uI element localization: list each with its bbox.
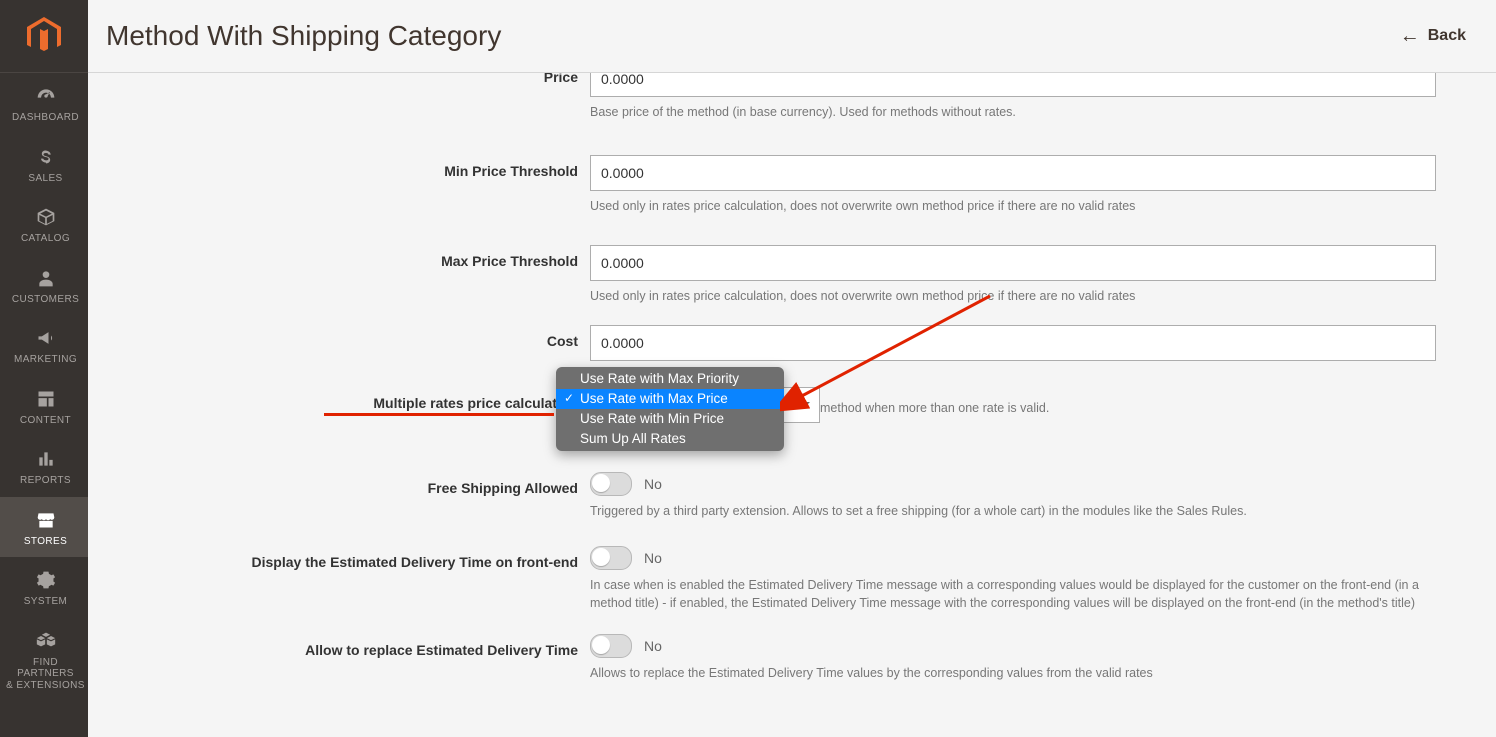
price-input[interactable]	[590, 73, 1436, 97]
nav-item-label: SYSTEM	[24, 596, 68, 608]
nav-item-label: CONTENT	[20, 415, 71, 427]
back-button[interactable]: ← Back	[1394, 24, 1472, 49]
nav-item-label: REPORTS	[20, 475, 71, 487]
bars-icon	[36, 448, 56, 470]
field-row-price: Price Base price of the method (in base …	[108, 73, 1436, 121]
replace-edt-toggle[interactable]	[590, 634, 632, 658]
annotation-underline	[324, 413, 554, 416]
field-row-cost: Cost	[108, 325, 1436, 361]
field-row-display-edt: Display the Estimated Delivery Time on f…	[108, 546, 1436, 612]
field-label: Price	[108, 73, 590, 85]
field-row-replace-edt: Allow to replace Estimated Delivery Time…	[108, 634, 1436, 682]
main-panel: Method With Shipping Category ← Back Pri…	[88, 0, 1496, 737]
nav-item-stores[interactable]: STORES	[0, 497, 88, 558]
nav-item-customers[interactable]: CUSTOMERS	[0, 255, 88, 316]
layout-icon	[36, 388, 56, 410]
field-label: Min Price Threshold	[108, 155, 590, 179]
nav-item-catalog[interactable]: CATALOG	[0, 194, 88, 255]
form-content: Price Base price of the method (in base …	[88, 73, 1496, 737]
page-title: Method With Shipping Category	[106, 20, 501, 52]
magento-logo-icon	[27, 17, 61, 55]
field-row-min-threshold: Min Price Threshold Used only in rates p…	[108, 155, 1436, 215]
storefront-icon	[36, 509, 56, 531]
field-label: Cost	[108, 325, 590, 349]
min-threshold-input[interactable]	[590, 155, 1436, 191]
nav-item-dashboard[interactable]: DASHBOARD	[0, 73, 88, 134]
field-label: Max Price Threshold	[108, 245, 590, 269]
dollar-icon	[36, 146, 56, 168]
multi-rates-dropdown-popup[interactable]: Use Rate with Max PriorityUse Rate with …	[556, 367, 784, 451]
field-label: Display the Estimated Delivery Time on f…	[108, 546, 590, 570]
field-help: Allows to replace the Estimated Delivery…	[590, 664, 1436, 682]
admin-sidebar: DASHBOARD SALES CATALOG CUSTOMERS MARKETING C…	[0, 0, 88, 737]
nav-item-content[interactable]: CONTENT	[0, 376, 88, 437]
cubes-icon	[36, 630, 56, 652]
nav-item-label: DASHBOARD	[12, 112, 79, 124]
nav-item-sales[interactable]: SALES	[0, 134, 88, 195]
nav-item-label: CATALOG	[21, 233, 70, 245]
gauge-icon	[36, 85, 56, 107]
dropdown-option[interactable]: Sum Up All Rates	[556, 429, 784, 449]
nav-item-label: SALES	[28, 173, 62, 185]
person-icon	[36, 267, 56, 289]
display-edt-toggle[interactable]	[590, 546, 632, 570]
nav-item-label: CUSTOMERS	[12, 294, 79, 306]
nav-item-find[interactable]: FIND PARTNERS & EXTENSIONS	[0, 618, 88, 702]
nav-item-marketing[interactable]: MARKETING	[0, 315, 88, 376]
max-threshold-input[interactable]	[590, 245, 1436, 281]
field-help: In case when is enabled the Estimated De…	[590, 576, 1436, 612]
toggle-state-label: No	[644, 550, 662, 566]
page-header: Method With Shipping Category ← Back	[88, 0, 1496, 73]
dropdown-option[interactable]: Use Rate with Max Priority	[556, 369, 784, 389]
dropdown-option[interactable]: Use Rate with Min Price	[556, 409, 784, 429]
arrow-left-icon: ←	[1400, 25, 1420, 48]
field-help: Used only in rates price calculation, do…	[590, 287, 1436, 305]
gear-icon	[36, 569, 56, 591]
back-button-label: Back	[1428, 27, 1466, 45]
megaphone-icon	[36, 327, 56, 349]
field-label: Allow to replace Estimated Delivery Time	[108, 634, 590, 658]
nav-item-reports[interactable]: REPORTS	[0, 436, 88, 497]
field-row-max-threshold: Max Price Threshold Used only in rates p…	[108, 245, 1436, 305]
cost-input[interactable]	[590, 325, 1436, 361]
dropdown-option[interactable]: Use Rate with Max Price	[556, 389, 784, 409]
field-label: Multiple rates price calculation *	[108, 387, 590, 411]
free-shipping-toggle[interactable]	[590, 472, 632, 496]
magento-logo[interactable]	[0, 0, 88, 73]
toggle-state-label: No	[644, 476, 662, 492]
field-help: Triggered by a third party extension. Al…	[590, 502, 1436, 520]
box-icon	[36, 206, 56, 228]
field-label: Free Shipping Allowed	[108, 472, 590, 496]
field-help: Base price of the method (in base curren…	[590, 103, 1436, 121]
nav-item-system[interactable]: SYSTEM	[0, 557, 88, 618]
field-help: Used only in rates price calculation, do…	[590, 197, 1436, 215]
nav-item-label: FIND PARTNERS & EXTENSIONS	[5, 657, 86, 692]
nav-item-label: STORES	[24, 536, 67, 548]
toggle-state-label: No	[644, 638, 662, 654]
nav-item-label: MARKETING	[14, 354, 77, 366]
field-row-free-shipping: Free Shipping Allowed No Triggered by a …	[108, 472, 1436, 520]
